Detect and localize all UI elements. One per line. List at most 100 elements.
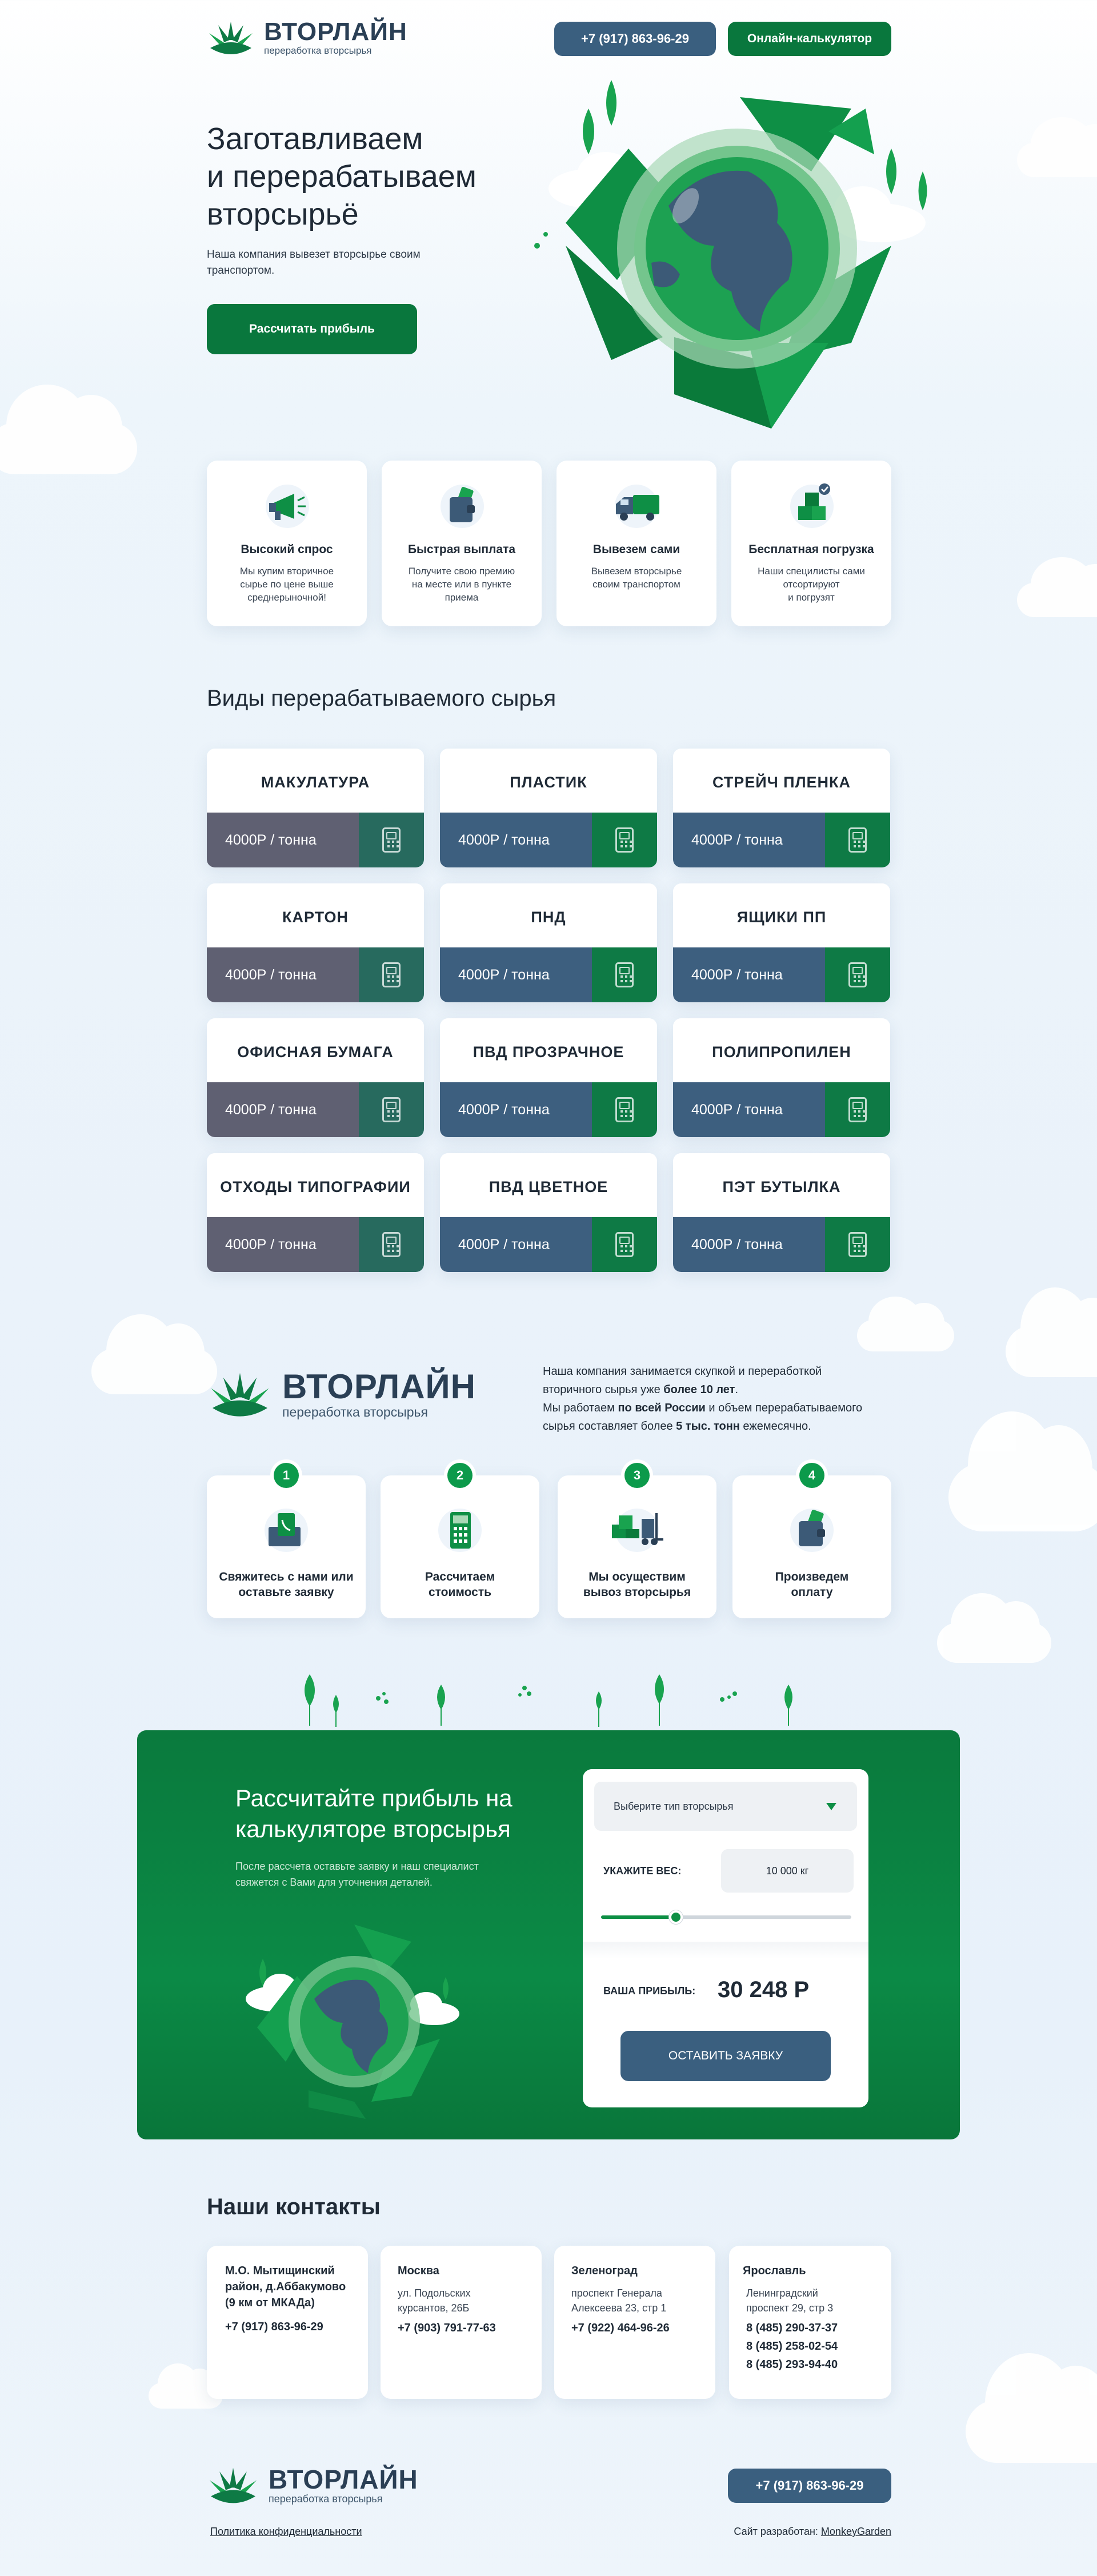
- developer-link[interactable]: MonkeyGarden: [821, 2526, 891, 2537]
- feature-text-line: Мы купим вторичное: [239, 566, 334, 577]
- cloud: [857, 1296, 954, 1351]
- calculator-icon: [382, 1232, 401, 1257]
- material-calc-button[interactable]: [592, 947, 657, 1002]
- material-price-bar: 4000Р / тонна: [207, 1217, 424, 1272]
- feature-text-line: на месте или в пункте: [411, 579, 512, 590]
- material-card[interactable]: ПНД 4000Р / тонна: [440, 883, 657, 1002]
- hero-title-line: и перерабатываем: [207, 159, 477, 194]
- feature-title: Высокий спрос: [241, 543, 333, 556]
- material-price-bar: 4000Р / тонна: [207, 1082, 424, 1137]
- material-card[interactable]: ПВД ПРОЗРАЧНОЕ 4000Р / тонна: [440, 1018, 657, 1137]
- step-text-line: оставьте заявку: [238, 1586, 334, 1599]
- hero-text: Наша компания вывезет вторсырье своим тр…: [207, 247, 421, 279]
- contact-address-line: Ленинградский: [746, 2287, 818, 2299]
- header-phone-button[interactable]: +7 (917) 863-96-29: [554, 22, 716, 56]
- material-price-bar: 4000Р / тонна: [673, 1082, 890, 1137]
- material-calc-button[interactable]: [592, 1082, 657, 1137]
- forklift-icon: [612, 1509, 663, 1552]
- hero-calc-button[interactable]: Рассчитать прибыль: [207, 304, 417, 354]
- developer-credit: Сайт разработан: MonkeyGarden: [734, 2526, 891, 2538]
- calculator-icon: [848, 1097, 867, 1122]
- weight-input[interactable]: 10 000 кг: [721, 1849, 854, 1893]
- logo[interactable]: ВТОРЛАЙН переработка вторсырья: [207, 17, 407, 58]
- feature-text-line: сырье по цене выше: [240, 579, 334, 590]
- cloud: [1017, 117, 1097, 177]
- material-price: 4000Р / тонна: [207, 947, 359, 1002]
- material-calc-button[interactable]: [592, 813, 657, 867]
- contacts-heading: Наши контакты: [207, 2194, 381, 2219]
- material-card[interactable]: ОФИСНАЯ БУМАГА 4000Р / тонна: [207, 1018, 424, 1137]
- material-calc-button[interactable]: [825, 813, 890, 867]
- header-calculator-button[interactable]: Онлайн-калькулятор: [728, 22, 891, 56]
- feature-text: Мы купим вторичное сырье по цене выше ср…: [207, 565, 367, 604]
- feature-text-line: Наши специлисты сами: [758, 566, 865, 577]
- contact-phone[interactable]: 8 (485) 293-94-40: [746, 2355, 878, 2374]
- wallet-icon: [790, 1509, 834, 1552]
- calculator-description: После рассчета оставьте заявку и наш спе…: [235, 1858, 479, 1890]
- material-calc-button[interactable]: [359, 1082, 424, 1137]
- material-price: 4000Р / тонна: [440, 1082, 592, 1137]
- brand-tagline: переработка вторсырья: [269, 2493, 383, 2505]
- material-name: ПЛАСТИК: [510, 774, 587, 791]
- material-price: 4000Р / тонна: [440, 1217, 592, 1272]
- material-card[interactable]: ЯЩИКИ ПП 4000Р / тонна: [673, 883, 890, 1002]
- cloud: [1006, 1287, 1097, 1377]
- material-calc-button[interactable]: [825, 947, 890, 1002]
- material-calc-button[interactable]: [359, 813, 424, 867]
- footer-phone-button[interactable]: +7 (917) 863-96-29: [728, 2469, 891, 2503]
- material-price: 4000Р / тонна: [673, 813, 825, 867]
- contact-address-line: Алексеева 23, стр 1: [571, 2302, 667, 2314]
- about-text-line: Мы работаем по всей России и объем перер…: [543, 1399, 862, 1417]
- material-calc-button[interactable]: [359, 947, 424, 1002]
- contact-address-line: ул. Подольских: [398, 2287, 471, 2299]
- material-calc-button[interactable]: [825, 1217, 890, 1272]
- hero-text-line: транспортом.: [207, 265, 275, 277]
- calculator-icon: [848, 827, 867, 853]
- material-select[interactable]: Выберите тип вторсырья: [594, 1782, 857, 1831]
- calculator-icon: [382, 962, 401, 987]
- weight-slider-thumb[interactable]: [669, 1910, 683, 1924]
- hero-title-line: Заготавливаем: [207, 122, 423, 156]
- contact-phone[interactable]: 8 (485) 258-02-54: [746, 2337, 878, 2355]
- contact-phone[interactable]: 8 (485) 290-37-37: [746, 2319, 878, 2337]
- material-price: 4000Р / тонна: [673, 947, 825, 1002]
- step-text-line: вывоз вторсырья: [583, 1586, 691, 1599]
- hero-title: Заготавливаем и перерабатываем вторсырьё: [207, 120, 477, 233]
- contact-phone[interactable]: +7 (903) 791-77-63: [398, 2319, 525, 2337]
- material-price-bar: 4000Р / тонна: [673, 813, 890, 867]
- material-card[interactable]: ПЛАСТИК 4000Р / тонна: [440, 749, 657, 867]
- material-card[interactable]: ПЭТ БУТЫЛКА 4000Р / тонна: [673, 1153, 890, 1272]
- material-name: КАРТОН: [282, 909, 349, 926]
- weight-slider[interactable]: [601, 1910, 851, 1924]
- material-card[interactable]: ОТХОДЫ ТИПОГРАФИИ 4000Р / тонна: [207, 1153, 424, 1272]
- material-card[interactable]: ПВД ЦВЕТНОЕ 4000Р / тонна: [440, 1153, 657, 1272]
- material-card[interactable]: СТРЕЙЧ ПЛЕНКА 4000Р / тонна: [673, 749, 890, 867]
- contact-title: М.О. Мытищинский район, д.Аббакумово (9 …: [225, 2263, 350, 2311]
- contact-phone[interactable]: +7 (922) 464-96-26: [571, 2319, 698, 2337]
- calculator-icon: [848, 1232, 867, 1257]
- material-price-bar: 4000Р / тонна: [440, 947, 657, 1002]
- step-text-line: оплату: [791, 1586, 833, 1599]
- material-price-bar: 4000Р / тонна: [207, 813, 424, 867]
- about-text-part: .: [735, 1383, 739, 1396]
- material-card[interactable]: ПОЛИПРОПИЛЕН 4000Р / тонна: [673, 1018, 890, 1137]
- material-name: ПЭТ БУТЫЛКА: [722, 1178, 841, 1195]
- footer-logo[interactable]: ВТОРЛАЙН переработка вторсырья: [207, 2463, 418, 2507]
- step-text-line: Произведем: [775, 1570, 849, 1583]
- material-card[interactable]: МАКУЛАТУРА 4000Р / тонна: [207, 749, 424, 867]
- material-calc-button[interactable]: [359, 1217, 424, 1272]
- submit-request-button[interactable]: ОСТАВИТЬ ЗАЯВКУ: [620, 2031, 831, 2081]
- material-calc-button[interactable]: [825, 1082, 890, 1137]
- contact-title-line: (9 км от МКАДа): [225, 2297, 315, 2309]
- feature-text-line: Получите свою премию: [408, 566, 515, 577]
- chevron-down-icon: [826, 1802, 836, 1810]
- material-card[interactable]: КАРТОН 4000Р / тонна: [207, 883, 424, 1002]
- contact-address-line: курсантов, 26Б: [398, 2302, 470, 2314]
- contact-phone[interactable]: +7 (917) 863-96-29: [225, 2318, 350, 2336]
- material-calc-button[interactable]: [592, 1217, 657, 1272]
- about-text-bold: более 10 лет: [663, 1383, 735, 1396]
- recycle-globe-illustration: [534, 80, 927, 429]
- privacy-policy-link[interactable]: Политика конфиденциальности: [210, 2526, 362, 2538]
- feature-card-pickup: Вывезем сами Вывезем вторсырье своим тра…: [556, 461, 716, 626]
- contact-title: Москва: [398, 2265, 439, 2277]
